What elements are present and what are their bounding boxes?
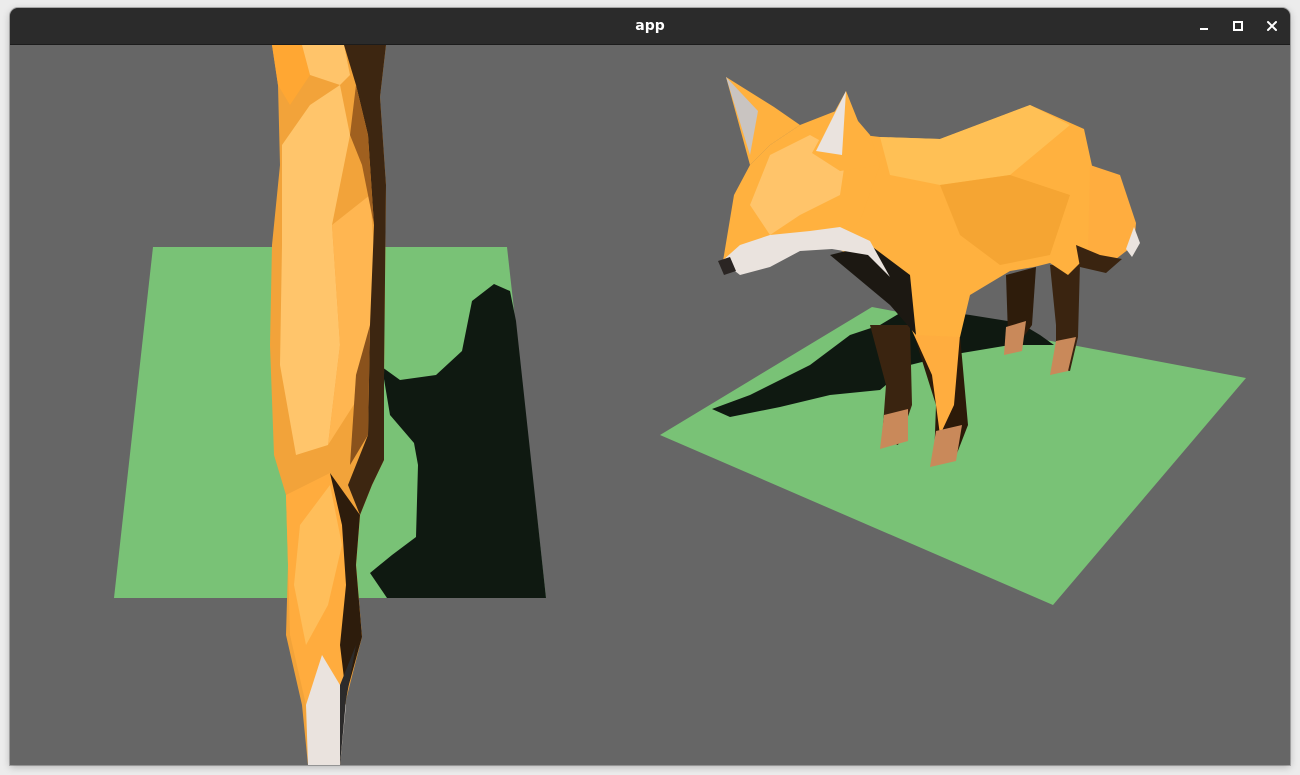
title-bar[interactable]: app <box>10 8 1290 45</box>
close-icon <box>1267 21 1277 31</box>
maximize-button[interactable] <box>1226 14 1250 38</box>
close-button[interactable] <box>1260 14 1284 38</box>
3d-viewport[interactable] <box>10 45 1290 765</box>
scene-canvas[interactable] <box>10 45 1290 765</box>
app-window: app <box>10 8 1290 765</box>
minimize-button[interactable] <box>1192 14 1216 38</box>
window-title: app <box>635 18 665 34</box>
minimize-icon <box>1200 28 1208 30</box>
maximize-icon <box>1233 21 1243 31</box>
